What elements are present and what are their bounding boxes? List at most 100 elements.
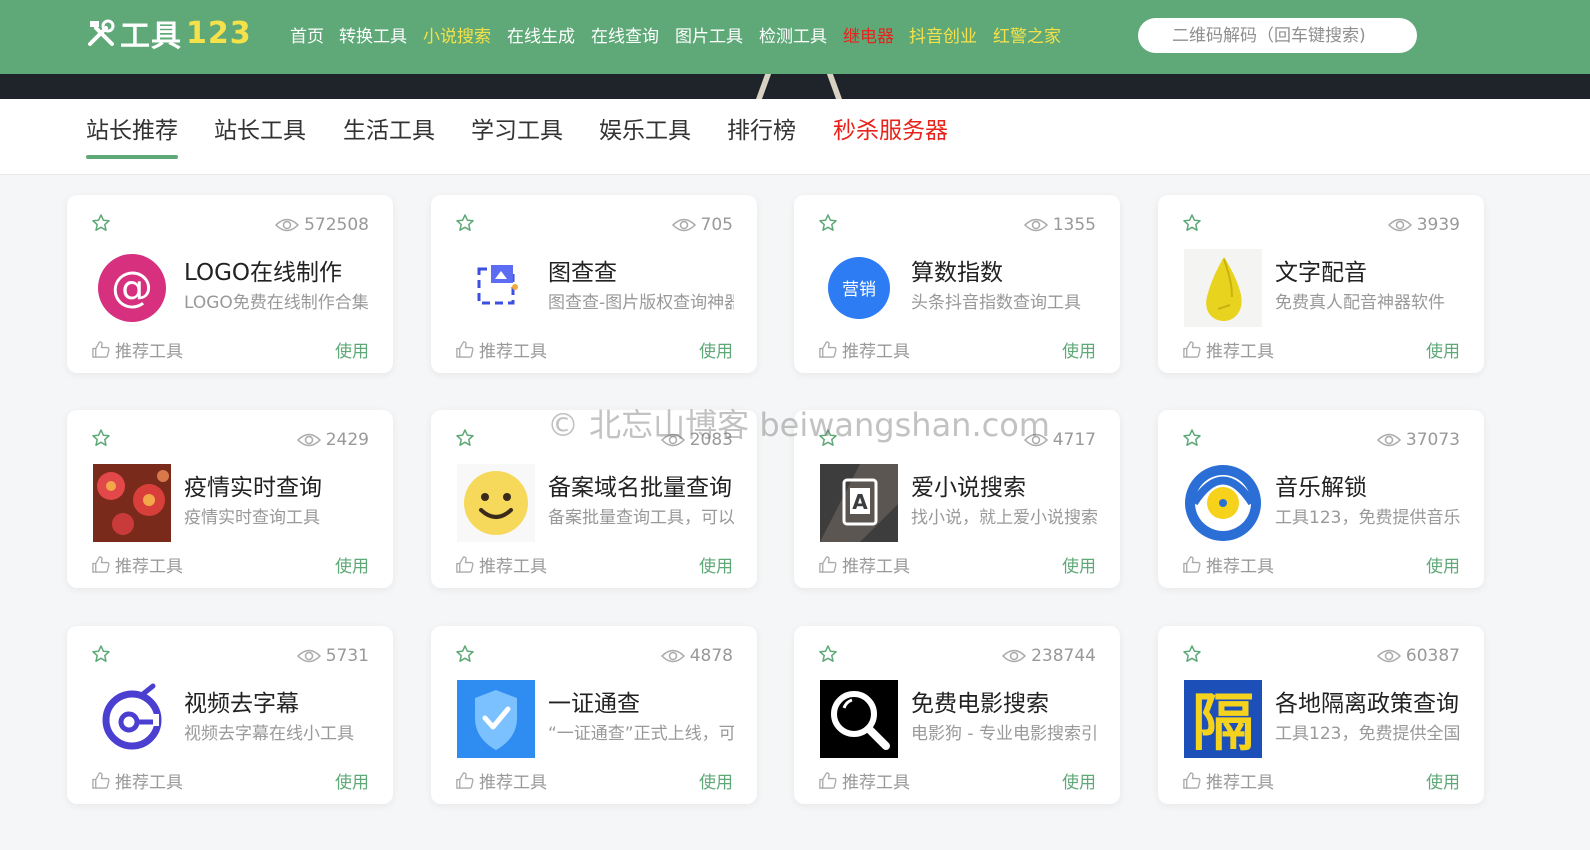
tool-title[interactable]: 一证通查 <box>548 684 738 718</box>
use-button[interactable]: 使用 <box>699 552 733 577</box>
search-input[interactable] <box>1172 25 1402 46</box>
recommend-tool[interactable]: 推荐工具 <box>455 337 547 362</box>
tool-card[interactable]: 4878 一证通查 “一证通查”正式上线，可 推荐工具 使用 <box>431 626 757 804</box>
star-icon[interactable] <box>818 428 838 448</box>
star-icon[interactable] <box>818 644 838 664</box>
recommend-tool[interactable]: 推荐工具 <box>1182 337 1274 362</box>
use-button[interactable]: 使用 <box>335 552 369 577</box>
tool-card[interactable]: 1355 营销 算数指数 头条抖音指数查询工具 推荐工具 使用 <box>794 195 1120 373</box>
recommend-tool[interactable]: 推荐工具 <box>1182 768 1274 793</box>
recommend-tool[interactable]: 推荐工具 <box>818 337 910 362</box>
star-icon[interactable] <box>455 213 475 233</box>
recommend-tool[interactable]: 推荐工具 <box>455 552 547 577</box>
svg-text:隔: 隔 <box>1192 686 1254 758</box>
view-number: 60387 <box>1405 646 1460 666</box>
recommend-tool[interactable]: 推荐工具 <box>91 552 183 577</box>
nav-link[interactable]: 小说搜索 <box>423 22 491 47</box>
use-button[interactable]: 使用 <box>1426 768 1460 793</box>
tool-title[interactable]: 视频去字幕 <box>184 684 374 718</box>
star-icon[interactable] <box>91 428 111 448</box>
marketing-badge-icon[interactable]: 营销 <box>820 249 898 327</box>
thumbs-up-icon <box>818 771 842 790</box>
recommend-tool[interactable]: 推荐工具 <box>91 337 183 362</box>
music-disc-icon[interactable] <box>1184 464 1262 542</box>
tool-card[interactable]: 5731 视频去字幕 视频去字幕在线小工具 推荐工具 使用 <box>67 626 393 804</box>
use-button[interactable]: 使用 <box>335 768 369 793</box>
magnifier-icon[interactable] <box>820 680 898 758</box>
eye-icon <box>1023 433 1053 447</box>
recommend-tool[interactable]: 推荐工具 <box>818 768 910 793</box>
use-button[interactable]: 使用 <box>335 337 369 362</box>
use-button[interactable]: 使用 <box>1426 337 1460 362</box>
thumbs-up-icon <box>455 555 479 574</box>
star-icon[interactable] <box>1182 428 1202 448</box>
search-box[interactable] <box>1138 18 1417 53</box>
tab-item[interactable]: 排行榜 <box>727 111 796 159</box>
use-button[interactable]: 使用 <box>1062 768 1096 793</box>
tab-item[interactable]: 站长推荐 <box>86 111 178 159</box>
tab-item[interactable]: 生活工具 <box>343 111 435 159</box>
recommend-tool[interactable]: 推荐工具 <box>455 768 547 793</box>
star-icon[interactable] <box>91 213 111 233</box>
tool-card[interactable]: 4717 A 爱小说搜索 找小说，就上爱小说搜索 推荐工具 使用 <box>794 410 1120 588</box>
use-button[interactable]: 使用 <box>699 768 733 793</box>
tool-title[interactable]: 备案域名批量查询 <box>548 468 738 502</box>
nav-link[interactable]: 在线查询 <box>591 22 659 47</box>
tool-card[interactable]: 705 图查查 图查查-图片版权查询神器 推荐工具 使用 <box>431 195 757 373</box>
tool-card[interactable]: 2083 备案域名批量查询 备案批量查询工具，可以 推荐工具 使用 <box>431 410 757 588</box>
use-button[interactable]: 使用 <box>699 337 733 362</box>
nav-link[interactable]: 抖音创业 <box>909 22 977 47</box>
tab-item[interactable]: 秒杀服务器 <box>833 111 948 159</box>
tool-card[interactable]: 572508 @ LOGO在线制作 LOGO免费在线制作合集 推荐工具 使用 <box>67 195 393 373</box>
tool-title[interactable]: 文字配音 <box>1275 253 1465 287</box>
nav-link[interactable]: 首页 <box>290 22 324 47</box>
use-button[interactable]: 使用 <box>1062 337 1096 362</box>
virus-icon[interactable] <box>93 464 171 542</box>
tool-card[interactable]: 238744 免费电影搜索 电影狗 - 专业电影搜索引 推荐工具 使用 <box>794 626 1120 804</box>
tool-title[interactable]: 疫情实时查询 <box>184 468 374 502</box>
at-sign-icon[interactable]: @ <box>93 249 171 327</box>
smiley-icon[interactable] <box>457 464 535 542</box>
tool-title[interactable]: 各地隔离政策查询 <box>1275 684 1465 718</box>
tab-item[interactable]: 站长工具 <box>214 111 306 159</box>
view-count: 2083 <box>660 430 733 450</box>
nav-link[interactable]: 在线生成 <box>507 22 575 47</box>
star-icon[interactable] <box>1182 644 1202 664</box>
isolation-glyph-icon[interactable]: 隔 <box>1184 680 1262 758</box>
subtitle-remove-icon[interactable] <box>93 680 171 758</box>
tab-item[interactable]: 娱乐工具 <box>599 111 691 159</box>
tool-title[interactable]: 算数指数 <box>911 253 1101 287</box>
tool-title[interactable]: 图查查 <box>548 253 738 287</box>
nav-link[interactable]: 继电器 <box>843 22 894 47</box>
nav-link[interactable]: 红警之家 <box>993 22 1061 47</box>
star-icon[interactable] <box>91 644 111 664</box>
tool-description: 图查查-图片版权查询神器 <box>548 293 734 313</box>
tab-item[interactable]: 学习工具 <box>471 111 563 159</box>
image-search-icon[interactable] <box>457 249 535 327</box>
tool-title[interactable]: 免费电影搜索 <box>911 684 1101 718</box>
star-icon[interactable] <box>818 213 838 233</box>
tool-title[interactable]: LOGO在线制作 <box>184 253 374 287</box>
recommend-label: 推荐工具 <box>842 773 910 793</box>
shield-check-icon[interactable] <box>457 680 535 758</box>
tool-card[interactable]: 60387 隔各地隔离政策查询 工具123，免费提供全国 推荐工具 使用 <box>1158 626 1484 804</box>
nav-link[interactable]: 检测工具 <box>759 22 827 47</box>
tool-card[interactable]: 2429 疫情实时查询 疫情实时查询工具 推荐工具 使用 <box>67 410 393 588</box>
pear-icon[interactable] <box>1184 249 1262 327</box>
recommend-tool[interactable]: 推荐工具 <box>91 768 183 793</box>
nav-link[interactable]: 图片工具 <box>675 22 743 47</box>
tool-card[interactable]: 3939 文字配音 免费真人配音神器软件 推荐工具 使用 <box>1158 195 1484 373</box>
tool-card[interactable]: 37073 音乐解锁 工具123，免费提供音乐 推荐工具 使用 <box>1158 410 1484 588</box>
star-icon[interactable] <box>455 428 475 448</box>
use-button[interactable]: 使用 <box>1062 552 1096 577</box>
recommend-tool[interactable]: 推荐工具 <box>1182 552 1274 577</box>
recommend-tool[interactable]: 推荐工具 <box>818 552 910 577</box>
tool-title[interactable]: 爱小说搜索 <box>911 468 1101 502</box>
book-icon[interactable]: A <box>820 464 898 542</box>
view-number: 5731 <box>325 646 369 666</box>
nav-link[interactable]: 转换工具 <box>339 22 407 47</box>
tool-title[interactable]: 音乐解锁 <box>1275 468 1465 502</box>
star-icon[interactable] <box>1182 213 1202 233</box>
star-icon[interactable] <box>455 644 475 664</box>
use-button[interactable]: 使用 <box>1426 552 1460 577</box>
